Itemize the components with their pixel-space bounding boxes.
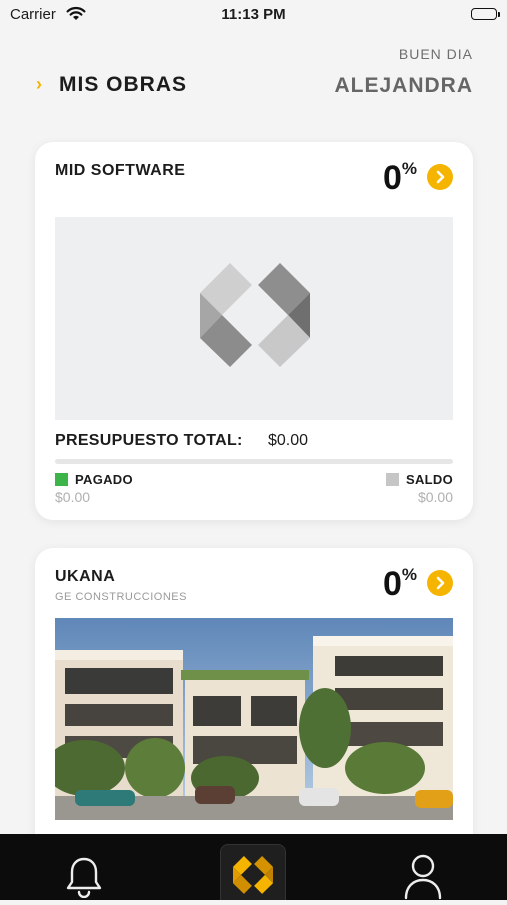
bell-icon[interactable] (64, 854, 104, 903)
project-name: UKANA (55, 568, 116, 585)
profile-icon[interactable] (403, 852, 443, 905)
clock: 11:13 PM (221, 6, 286, 23)
project-progress: 0% (383, 564, 417, 604)
balance-amount: $0.00 (417, 489, 453, 505)
status-bar: Carrier 11:13 PM (0, 0, 507, 32)
open-project-button[interactable] (427, 570, 453, 596)
payment-progress-bar (55, 459, 453, 464)
tab-bar (0, 834, 507, 900)
progress-unit: % (401, 159, 417, 178)
page-title[interactable]: MIS OBRAS (59, 73, 187, 97)
home-tab[interactable] (220, 844, 286, 900)
chevron-right-icon (436, 170, 445, 184)
budget-label: PRESUPUESTO TOTAL: (55, 432, 243, 449)
logo-icon (233, 856, 273, 894)
chevron-right-icon (436, 576, 445, 590)
budget-value: $0.00 (268, 432, 309, 449)
logo-icon (200, 263, 310, 367)
open-project-button[interactable] (427, 164, 453, 190)
greeting-label: BUEN DIA (398, 46, 473, 62)
project-name: MID SOFTWARE (55, 162, 186, 179)
battery-icon (471, 8, 500, 20)
user-name: ALEJANDRA (334, 74, 473, 97)
legend-balance: SALDO $0.00 (386, 472, 453, 505)
paid-swatch (55, 473, 68, 486)
progress-unit: % (401, 565, 417, 584)
project-image-placeholder (55, 217, 453, 420)
project-card[interactable]: UKANA GE CONSTRUCCIONES 0% (35, 548, 473, 868)
project-company: GE CONSTRUCCIONES (55, 591, 187, 603)
progress-value: 0 (382, 159, 402, 197)
legend-paid: PAGADO $0.00 (55, 472, 133, 505)
paid-amount: $0.00 (55, 489, 91, 505)
progress-value: 0 (382, 565, 402, 603)
project-photo (55, 618, 453, 820)
project-progress: 0% (383, 158, 417, 198)
paid-label: PAGADO (75, 472, 133, 487)
chevron-right-icon: › (36, 74, 42, 94)
balance-label: SALDO (406, 472, 453, 487)
balance-swatch (386, 473, 399, 486)
project-card[interactable]: MID SOFTWARE 0% PRESUPUESTO TOTAL: $0.00… (35, 142, 473, 520)
